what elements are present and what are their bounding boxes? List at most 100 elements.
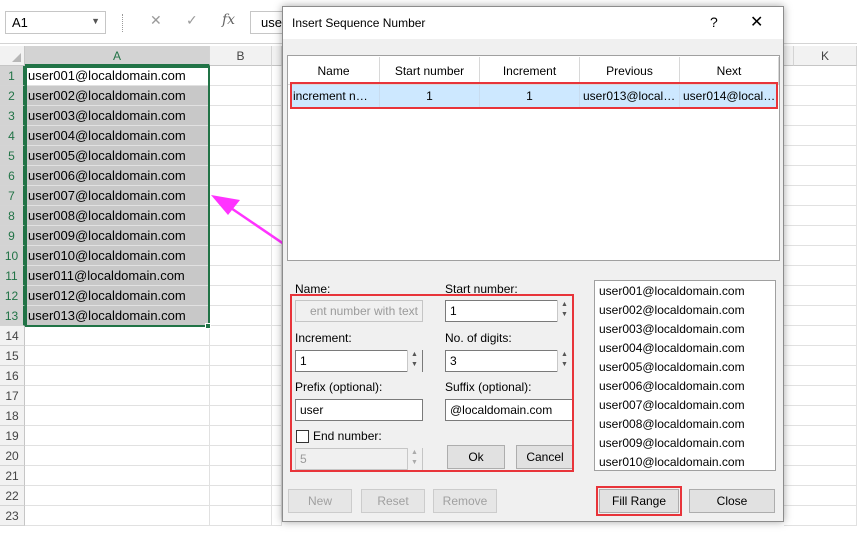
cell-a[interactable]: user007@localdomain.com (25, 186, 210, 206)
cell-c[interactable] (272, 306, 282, 326)
cell-k[interactable] (784, 286, 857, 306)
digits-input[interactable]: 3 (445, 350, 573, 372)
cell-c[interactable] (272, 366, 282, 386)
cell-c[interactable] (272, 466, 282, 486)
chevron-down-icon[interactable]: ▼ (91, 16, 100, 26)
cell-b[interactable] (210, 306, 272, 326)
name-box[interactable]: A1 ▼ (5, 11, 106, 34)
column-header-k[interactable]: K (794, 46, 857, 66)
cell-c[interactable] (272, 106, 282, 126)
new-button[interactable]: New (288, 489, 352, 513)
cell-a[interactable]: user013@localdomain.com (25, 306, 210, 326)
cell-k[interactable] (784, 266, 857, 286)
cell-k[interactable] (784, 166, 857, 186)
header-previous[interactable]: Previous (580, 57, 680, 85)
cell-a[interactable]: user012@localdomain.com (25, 286, 210, 306)
cell-k[interactable] (784, 386, 857, 406)
header-start-number[interactable]: Start number (380, 57, 480, 85)
cell-c[interactable] (272, 86, 282, 106)
cell-b[interactable] (210, 346, 272, 366)
cell-a[interactable]: user011@localdomain.com (25, 266, 210, 286)
cell-k[interactable] (784, 246, 857, 266)
cell-c[interactable] (272, 386, 282, 406)
row-header[interactable]: 11 (0, 266, 25, 286)
cell-c[interactable] (272, 166, 282, 186)
cell-a[interactable] (25, 346, 210, 366)
row-previous-cell[interactable]: user013@local… (580, 85, 680, 107)
cell-b[interactable] (210, 406, 272, 426)
row-next-cell[interactable]: user014@local… (680, 85, 777, 107)
cell-k[interactable] (784, 346, 857, 366)
cell-c[interactable] (272, 326, 282, 346)
column-header-b[interactable]: B (210, 46, 272, 66)
row-header[interactable]: 16 (0, 366, 25, 386)
cancel-icon[interactable]: ✕ (150, 12, 162, 29)
spin-up-icon[interactable]: ▲ (411, 449, 418, 456)
cell-b[interactable] (210, 486, 272, 506)
spin-up-icon[interactable]: ▲ (561, 351, 568, 358)
cell-b[interactable] (210, 426, 272, 446)
start-number-spinner[interactable]: ▲ ▼ (557, 300, 572, 322)
ok-button[interactable]: Ok (447, 445, 505, 469)
cell-b[interactable] (210, 266, 272, 286)
row-header[interactable]: 15 (0, 346, 25, 366)
cell-c[interactable] (272, 146, 282, 166)
spin-up-icon[interactable]: ▲ (411, 351, 418, 358)
cell-c[interactable] (272, 186, 282, 206)
cell-k[interactable] (784, 486, 857, 506)
row-header[interactable]: 21 (0, 466, 25, 486)
cell-c[interactable] (272, 226, 282, 246)
cell-b[interactable] (210, 506, 272, 526)
close-button[interactable]: Close (689, 489, 775, 513)
row-header[interactable]: 18 (0, 406, 25, 426)
end-number-spinner[interactable]: ▲ ▼ (407, 448, 422, 470)
increment-input[interactable]: 1 (295, 350, 423, 372)
cell-a[interactable]: user005@localdomain.com (25, 146, 210, 166)
cell-k[interactable] (784, 186, 857, 206)
cell-a[interactable] (25, 486, 210, 506)
spin-down-icon[interactable]: ▼ (411, 459, 418, 466)
row-header[interactable]: 17 (0, 386, 25, 406)
cell-a[interactable]: user002@localdomain.com (25, 86, 210, 106)
cell-c[interactable] (272, 426, 282, 446)
cell-b[interactable] (210, 446, 272, 466)
reset-button[interactable]: Reset (361, 489, 425, 513)
cell-a[interactable]: user001@localdomain.com (25, 66, 210, 86)
cell-c[interactable] (272, 246, 282, 266)
fill-handle[interactable] (205, 323, 211, 329)
row-header[interactable]: 14 (0, 326, 25, 346)
cell-c[interactable] (272, 446, 282, 466)
end-number-input[interactable]: 5 (295, 448, 423, 470)
fill-range-button[interactable]: Fill Range (599, 489, 679, 513)
row-header[interactable]: 10 (0, 246, 25, 266)
header-next[interactable]: Next (680, 57, 779, 85)
cell-k[interactable] (784, 86, 857, 106)
cell-b[interactable] (210, 126, 272, 146)
row-header[interactable]: 1 (0, 66, 25, 86)
name-input[interactable]: ent number with text (295, 300, 423, 322)
cell-a[interactable] (25, 506, 210, 526)
cell-a[interactable]: user003@localdomain.com (25, 106, 210, 126)
cell-k[interactable] (784, 406, 857, 426)
help-button[interactable]: ? (710, 14, 718, 30)
cell-k[interactable] (784, 506, 857, 526)
row-header[interactable]: 23 (0, 506, 25, 526)
row-header[interactable]: 7 (0, 186, 25, 206)
row-header[interactable]: 6 (0, 166, 25, 186)
row-header[interactable]: 9 (0, 226, 25, 246)
cell-k[interactable] (784, 366, 857, 386)
cell-c[interactable] (272, 486, 282, 506)
increment-spinner[interactable]: ▲ ▼ (407, 350, 422, 372)
cell-c[interactable] (272, 126, 282, 146)
cell-c[interactable] (272, 266, 282, 286)
cell-c[interactable] (272, 286, 282, 306)
cell-a[interactable] (25, 406, 210, 426)
header-increment[interactable]: Increment (480, 57, 580, 85)
row-header[interactable]: 8 (0, 206, 25, 226)
cell-a[interactable] (25, 426, 210, 446)
row-header[interactable]: 12 (0, 286, 25, 306)
row-header[interactable]: 4 (0, 126, 25, 146)
suffix-input[interactable]: @localdomain.com (445, 399, 573, 421)
row-header[interactable]: 19 (0, 426, 25, 446)
row-header[interactable]: 3 (0, 106, 25, 126)
